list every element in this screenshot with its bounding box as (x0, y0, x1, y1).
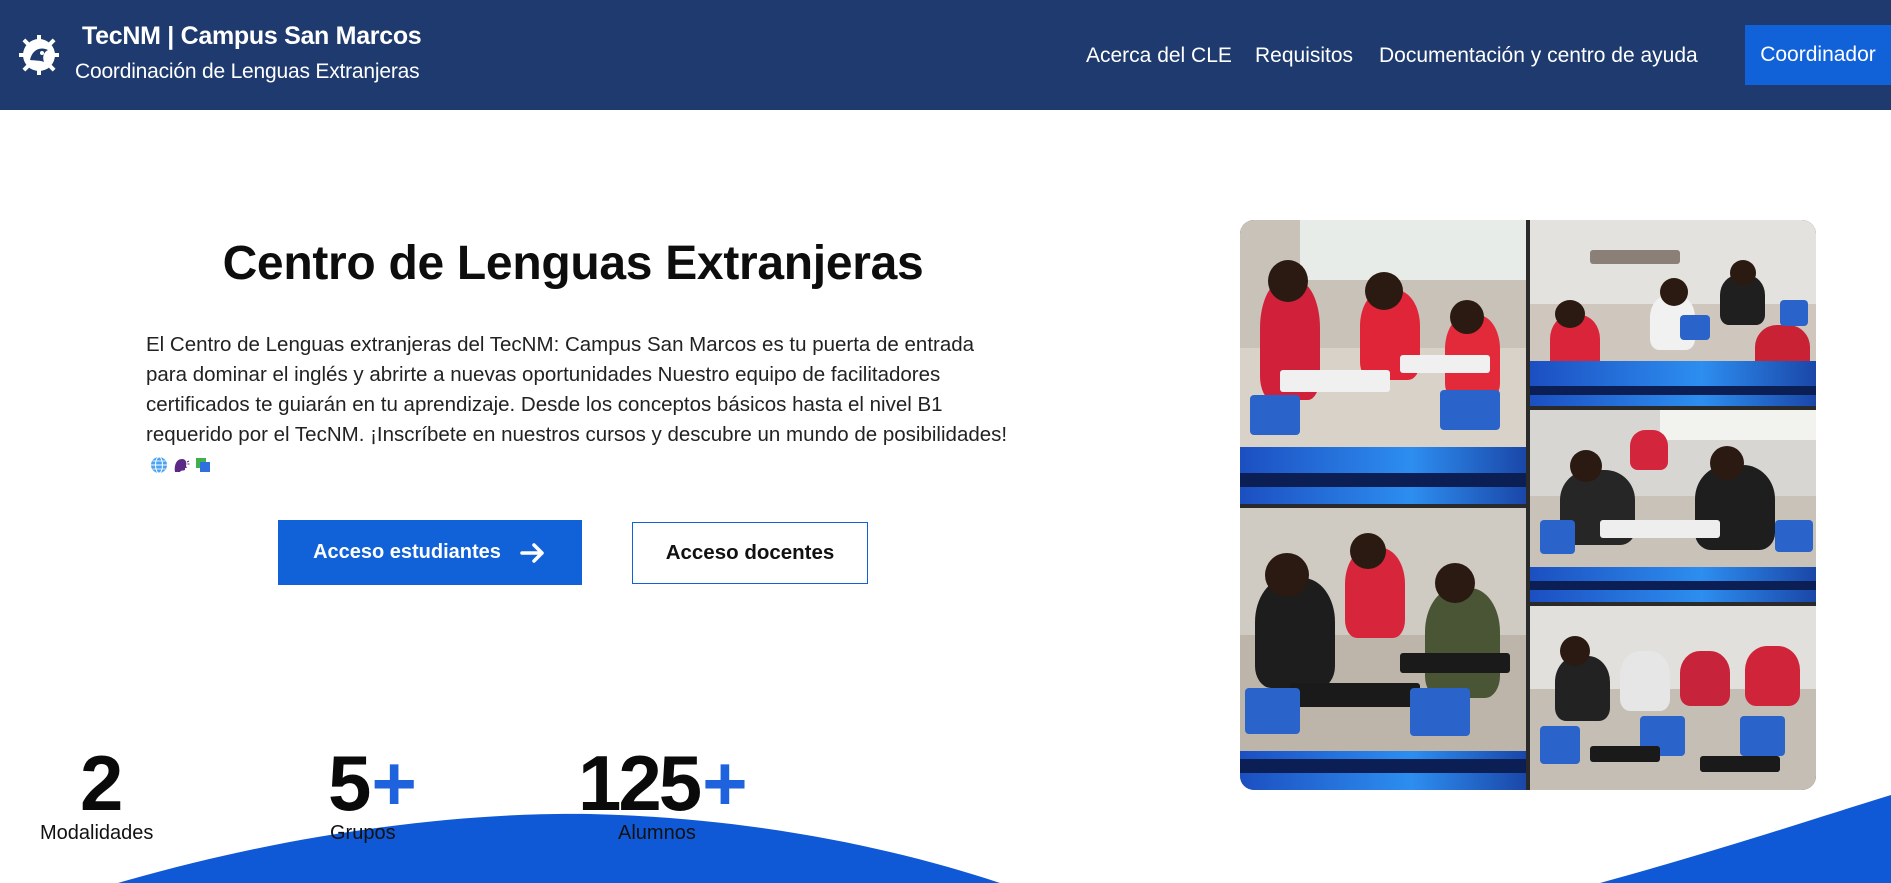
brand-subtitle: Coordinación de Lenguas Extranjeras (75, 60, 420, 83)
tecnm-logo-icon[interactable] (18, 34, 60, 76)
stat-alumnos-label: Alumnos (618, 822, 696, 844)
classroom-photo (1530, 410, 1816, 602)
globe-icon (151, 456, 167, 474)
coordinator-button[interactable]: Coordinador (1745, 25, 1891, 85)
classroom-photo (1240, 220, 1526, 504)
hero-description: El Centro de Lenguas extranjeras del Tec… (146, 330, 1016, 480)
nav-documentacion-ayuda[interactable]: Documentación y centro de ayuda (1379, 44, 1698, 68)
teacher-access-button[interactable]: Acceso docentes (632, 522, 868, 584)
stat-grupos-label: Grupos (330, 822, 396, 844)
stat-plus: + (371, 739, 417, 827)
student-access-button[interactable]: Acceso estudiantes (278, 520, 582, 585)
stat-value: 2 (80, 739, 123, 827)
top-navbar: TecNM | Campus San Marcos Coordinación d… (0, 0, 1891, 110)
classroom-photo-collage (1240, 220, 1816, 790)
stat-plus: + (702, 739, 748, 827)
classroom-photo (1240, 508, 1526, 790)
nav-acerca-del-cle[interactable]: Acerca del CLE (1086, 44, 1232, 68)
flashcards-icon (196, 458, 210, 472)
stat-modalidades-value: 2 (80, 738, 123, 828)
speaking-head-icon (174, 459, 190, 472)
hero-title: Centro de Lenguas Extranjeras (222, 237, 924, 290)
hero-description-text: El Centro de Lenguas extranjeras del Tec… (146, 333, 1008, 446)
brand-title: TecNM | Campus San Marcos (82, 22, 422, 50)
stat-value: 5 (328, 739, 371, 827)
student-access-label: Acceso estudiantes (313, 541, 501, 563)
stat-value: 125 (578, 739, 702, 827)
nav-requisitos[interactable]: Requisitos (1255, 44, 1353, 68)
stat-grupos-value: 5+ (328, 738, 417, 828)
arrow-right-icon (520, 542, 544, 563)
stat-modalidades-label: Modalidades (40, 822, 154, 844)
classroom-photo (1530, 220, 1816, 406)
stat-alumnos-value: 125+ (578, 738, 748, 828)
classroom-photo (1530, 606, 1816, 790)
decorative-wave (118, 795, 1891, 883)
